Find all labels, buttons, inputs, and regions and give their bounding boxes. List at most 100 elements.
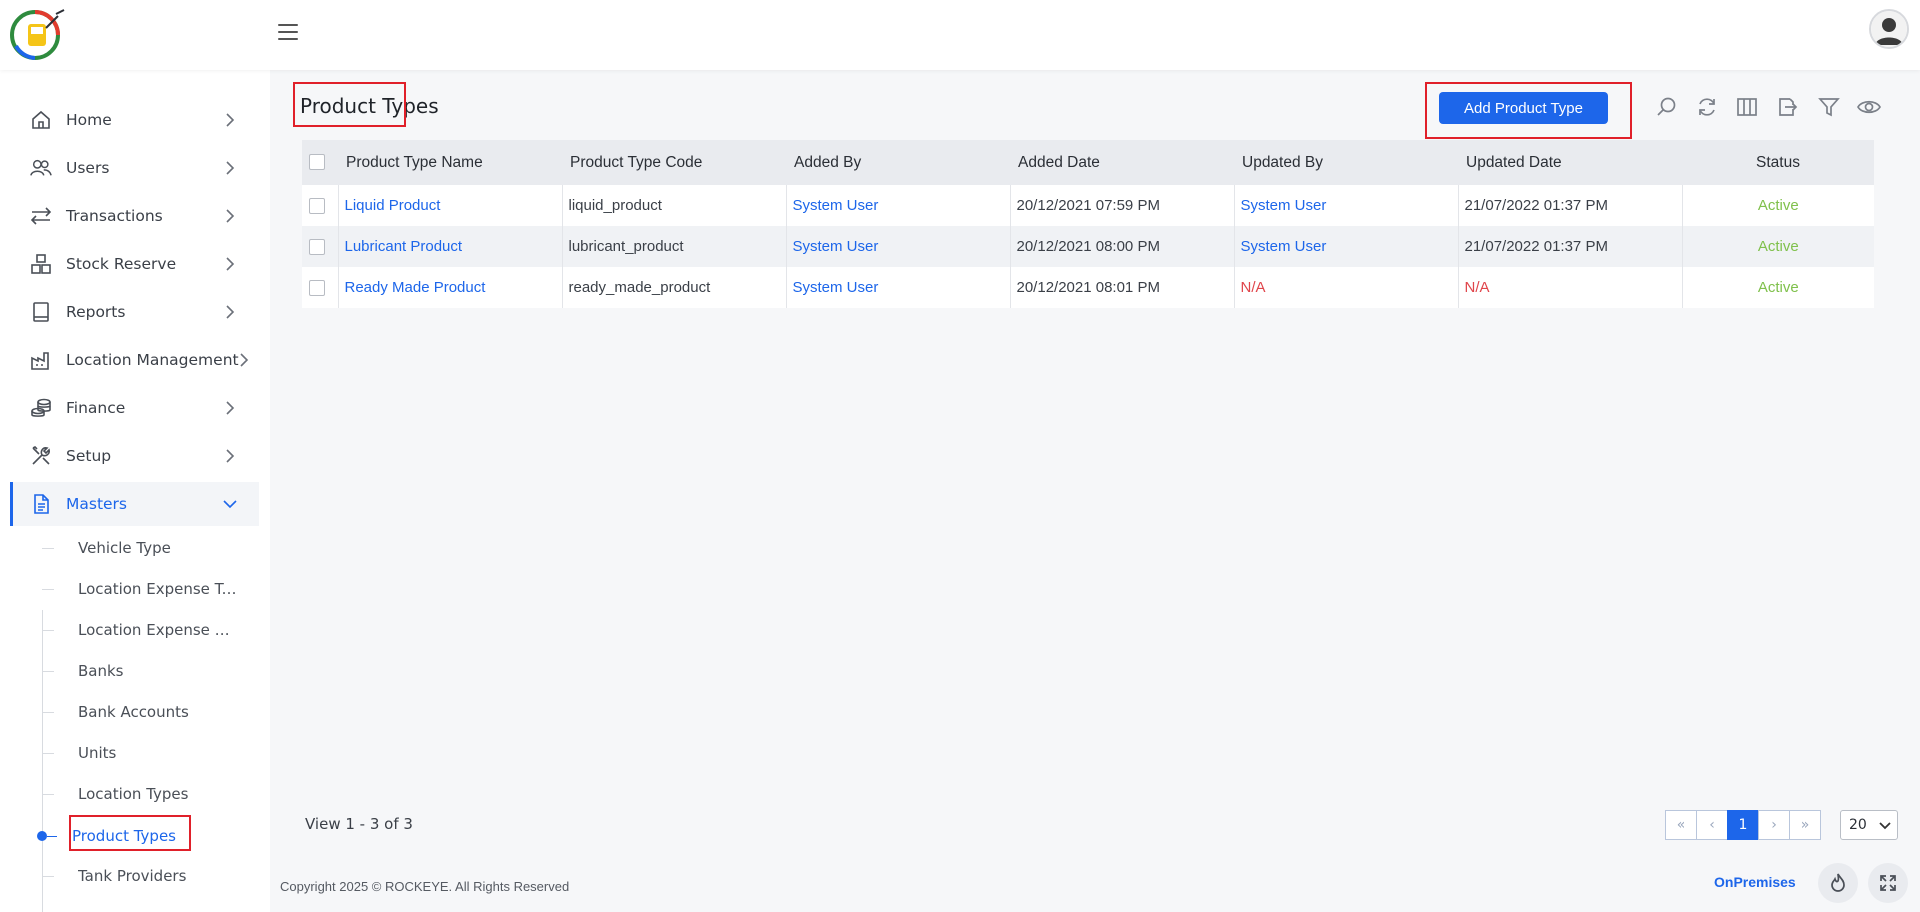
stock-boxes-icon xyxy=(30,253,52,275)
sidebar-item-finance[interactable]: Finance xyxy=(10,386,259,430)
column-header[interactable]: Status xyxy=(1682,140,1874,185)
chevron-right-icon xyxy=(223,449,237,463)
last-page-button[interactable]: » xyxy=(1789,810,1821,840)
filter-icon[interactable] xyxy=(1816,94,1842,120)
subitem-label: Banks xyxy=(78,662,124,680)
row-checkbox[interactable] xyxy=(309,239,325,256)
sidebar-item-users[interactable]: Users xyxy=(10,146,259,190)
fullscreen-icon[interactable] xyxy=(1868,863,1908,903)
column-header[interactable]: Updated Date xyxy=(1458,140,1682,185)
export-icon[interactable] xyxy=(1774,94,1800,120)
sidebar-subitem-location-types[interactable]: Location Types xyxy=(42,780,188,808)
row-checkbox[interactable] xyxy=(309,280,325,297)
column-header[interactable]: Added By xyxy=(786,140,1010,185)
view-count: View 1 - 3 of 3 xyxy=(305,815,413,833)
added-date: 20/12/2021 08:01 PM xyxy=(1010,267,1235,308)
select-all-checkbox[interactable] xyxy=(309,154,325,171)
sidebar-item-label: Reports xyxy=(66,303,126,321)
sidebar-subitem-tank-providers[interactable]: Tank Providers xyxy=(42,862,186,890)
factory-icon xyxy=(30,349,52,371)
sidebar-item-stock-reserve[interactable]: Stock Reserve xyxy=(10,242,259,286)
sidebar-subitem-units[interactable]: Units xyxy=(42,739,116,767)
added-by-link[interactable]: System User xyxy=(786,267,1011,308)
prev-page-button[interactable]: ‹ xyxy=(1696,810,1728,840)
flame-icon[interactable] xyxy=(1818,863,1858,903)
sidebar: Home Users Transactions Stock Reserve Re… xyxy=(0,70,270,912)
top-bar xyxy=(0,0,1920,70)
sidebar-subitem-location-expense-master[interactable]: Location Expense Master xyxy=(42,616,238,644)
refresh-icon[interactable] xyxy=(1694,94,1720,120)
chevron-right-icon xyxy=(223,257,237,271)
fuel-logo-icon[interactable] xyxy=(8,6,66,64)
sidebar-item-label: Masters xyxy=(66,495,128,513)
sidebar-item-location-management[interactable]: Location Management xyxy=(10,338,259,382)
main-content: Product Types Add Product Type Product T… xyxy=(270,70,1920,860)
hamburger-menu-icon[interactable] xyxy=(278,24,298,42)
sidebar-item-label: Setup xyxy=(66,447,112,465)
sidebar-item-label: Users xyxy=(66,159,110,177)
sidebar-item-masters[interactable]: Masters xyxy=(10,482,259,526)
status-badge: Active xyxy=(1757,238,1799,255)
eye-icon[interactable] xyxy=(1856,94,1882,120)
user-avatar-icon[interactable] xyxy=(1869,9,1909,49)
chevron-right-icon xyxy=(239,353,249,367)
sidebar-subitem-bank-accounts[interactable]: Bank Accounts xyxy=(42,698,189,726)
chevron-right-icon xyxy=(223,161,237,175)
document-icon xyxy=(30,493,52,515)
sidebar-subitem-product-types[interactable]: Product Types xyxy=(72,822,176,850)
sidebar-item-label: Stock Reserve xyxy=(66,255,177,273)
added-by-link[interactable]: System User xyxy=(786,185,1011,226)
subitem-label: Location Expense Types xyxy=(78,580,238,598)
page-size-select[interactable]: 20 xyxy=(1840,810,1898,840)
sidebar-subitem-vehicle-type[interactable]: Vehicle Type xyxy=(42,534,171,562)
sidebar-subitem-banks[interactable]: Banks xyxy=(42,657,124,685)
select-all-cell xyxy=(302,140,338,185)
deployment-mode-label: OnPremises xyxy=(1714,874,1796,890)
column-header[interactable]: Product Type Code xyxy=(562,140,786,185)
sidebar-subitem-location-expense-types[interactable]: Location Expense Types xyxy=(42,575,238,603)
search-icon[interactable] xyxy=(1654,94,1680,120)
product-types-table: Product Type Name Product Type Code Adde… xyxy=(302,140,1874,308)
table-header-row: Product Type Name Product Type Code Adde… xyxy=(302,140,1874,185)
subitem-label: Bank Accounts xyxy=(78,703,189,721)
product-type-name-link[interactable]: Lubricant Product xyxy=(338,226,563,267)
columns-icon[interactable] xyxy=(1734,94,1760,120)
updated-by-link[interactable]: System User xyxy=(1234,185,1459,226)
chevron-down-icon xyxy=(1879,819,1891,835)
table-row: Ready Made Product ready_made_product Sy… xyxy=(302,267,1874,308)
added-date: 20/12/2021 08:00 PM xyxy=(1010,226,1235,267)
chevron-right-icon xyxy=(223,113,237,127)
product-type-name-link[interactable]: Liquid Product xyxy=(338,185,563,226)
updated-by-link[interactable]: System User xyxy=(1234,226,1459,267)
first-page-button[interactable]: « xyxy=(1665,810,1697,840)
current-page-button[interactable]: 1 xyxy=(1727,810,1759,840)
row-checkbox[interactable] xyxy=(309,198,325,215)
sidebar-item-label: Finance xyxy=(66,399,126,417)
next-page-button[interactable]: › xyxy=(1758,810,1790,840)
coins-icon xyxy=(30,397,52,419)
added-by-link[interactable]: System User xyxy=(786,226,1011,267)
updated-date-na: N/A xyxy=(1458,267,1683,308)
page-size-value: 20 xyxy=(1849,817,1867,833)
subitem-label: Location Types xyxy=(78,785,189,803)
sidebar-item-home[interactable]: Home xyxy=(10,98,259,142)
sidebar-item-transactions[interactable]: Transactions xyxy=(10,194,259,238)
column-header[interactable]: Product Type Name xyxy=(338,140,562,185)
transfer-arrows-icon xyxy=(30,205,52,227)
column-header[interactable]: Added Date xyxy=(1010,140,1234,185)
add-product-type-button[interactable]: Add Product Type xyxy=(1439,92,1608,124)
column-header[interactable]: Updated By xyxy=(1234,140,1458,185)
row-select-cell xyxy=(302,267,339,308)
sidebar-item-reports[interactable]: Reports xyxy=(10,290,259,334)
product-type-code: ready_made_product xyxy=(562,267,787,308)
added-date: 20/12/2021 07:59 PM xyxy=(1010,185,1235,226)
status-badge: Active xyxy=(1757,279,1799,296)
copyright-text: Copyright 2025 © ROCKEYE. All Rights Res… xyxy=(280,879,570,894)
table-row: Liquid Product liquid_product System Use… xyxy=(302,185,1874,226)
active-subitem-dash xyxy=(47,836,57,837)
page-title: Product Types xyxy=(300,94,439,118)
sidebar-item-label: Home xyxy=(66,111,112,129)
product-type-name-link[interactable]: Ready Made Product xyxy=(338,267,563,308)
subitem-label: Vehicle Type xyxy=(78,539,171,557)
sidebar-item-setup[interactable]: Setup xyxy=(10,434,259,478)
